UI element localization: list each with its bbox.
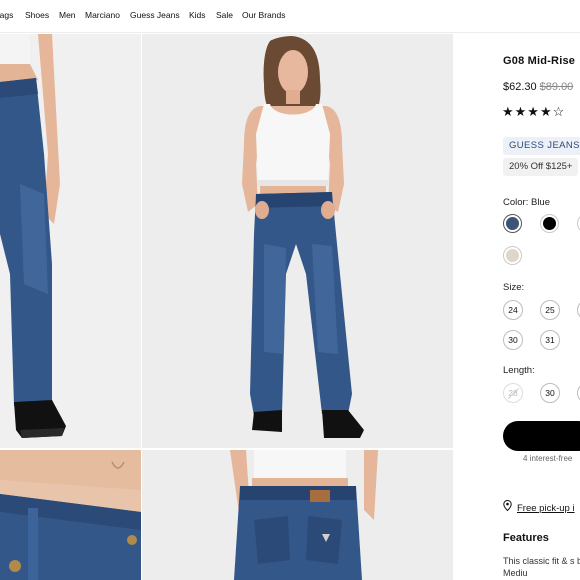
- installment-text: 4 interest-free: [523, 454, 573, 463]
- nav-item-guess-jeans[interactable]: Guess Jeans: [130, 10, 180, 20]
- color-swatch-black[interactable]: [540, 214, 559, 233]
- size-option-24[interactable]: 24: [503, 300, 523, 320]
- color-swatch-blue[interactable]: [503, 214, 522, 233]
- features-heading: Features: [503, 532, 549, 544]
- size-label: Size:: [503, 282, 525, 293]
- promo-badge: 20% Off $125+: [503, 158, 579, 176]
- rating-stars[interactable]: ★★★★☆: [502, 104, 565, 120]
- length-option-30[interactable]: 30: [540, 383, 560, 403]
- product-gallery: [0, 34, 453, 580]
- nav-item-bags[interactable]: Bags: [0, 10, 13, 20]
- length-option-28-unavailable[interactable]: 28: [503, 383, 523, 403]
- sale-price: $62.30: [503, 81, 537, 93]
- product-image-back[interactable]: [142, 450, 453, 580]
- size-option-31[interactable]: 31: [540, 330, 560, 350]
- pickup-link[interactable]: Free pick-up i: [517, 503, 575, 514]
- add-to-bag-button[interactable]: [503, 421, 580, 451]
- nav-item-kids[interactable]: Kids: [189, 10, 206, 20]
- product-image-detail-waist[interactable]: [0, 450, 141, 580]
- nav-item-shoes[interactable]: Shoes: [25, 10, 49, 20]
- location-pin-icon: [503, 499, 513, 514]
- product-price: $62.30 $89.00: [503, 81, 573, 93]
- nav-item-sale[interactable]: Sale: [216, 10, 233, 20]
- nav-item-men[interactable]: Men: [59, 10, 76, 20]
- product-title: G08 Mid-Rise: [503, 55, 576, 67]
- brand-tag[interactable]: GUESS JEANS: [503, 137, 580, 155]
- nav-item-marciano[interactable]: Marciano: [85, 10, 120, 20]
- product-image-side[interactable]: [0, 34, 141, 448]
- original-price: $89.00: [539, 81, 574, 93]
- top-navigation: Bags Shoes Men Marciano Guess Jeans Kids…: [0, 0, 580, 33]
- product-details-panel: G08 Mid-Rise $62.30 $89.00 ★★★★☆ GUESS JE…: [453, 34, 580, 580]
- features-description: This classic fit & s be lived in. Mediu: [503, 556, 580, 578]
- color-swatch-ecru[interactable]: [503, 246, 522, 265]
- length-label: Length:: [503, 365, 535, 376]
- nav-item-our-brands[interactable]: Our Brands: [242, 10, 285, 20]
- store-pickup[interactable]: Free pick-up i: [503, 499, 575, 514]
- color-label: Color: Blue: [503, 197, 550, 208]
- size-option-25[interactable]: 25: [540, 300, 560, 320]
- size-option-30[interactable]: 30: [503, 330, 523, 350]
- product-image-front[interactable]: [142, 34, 453, 448]
